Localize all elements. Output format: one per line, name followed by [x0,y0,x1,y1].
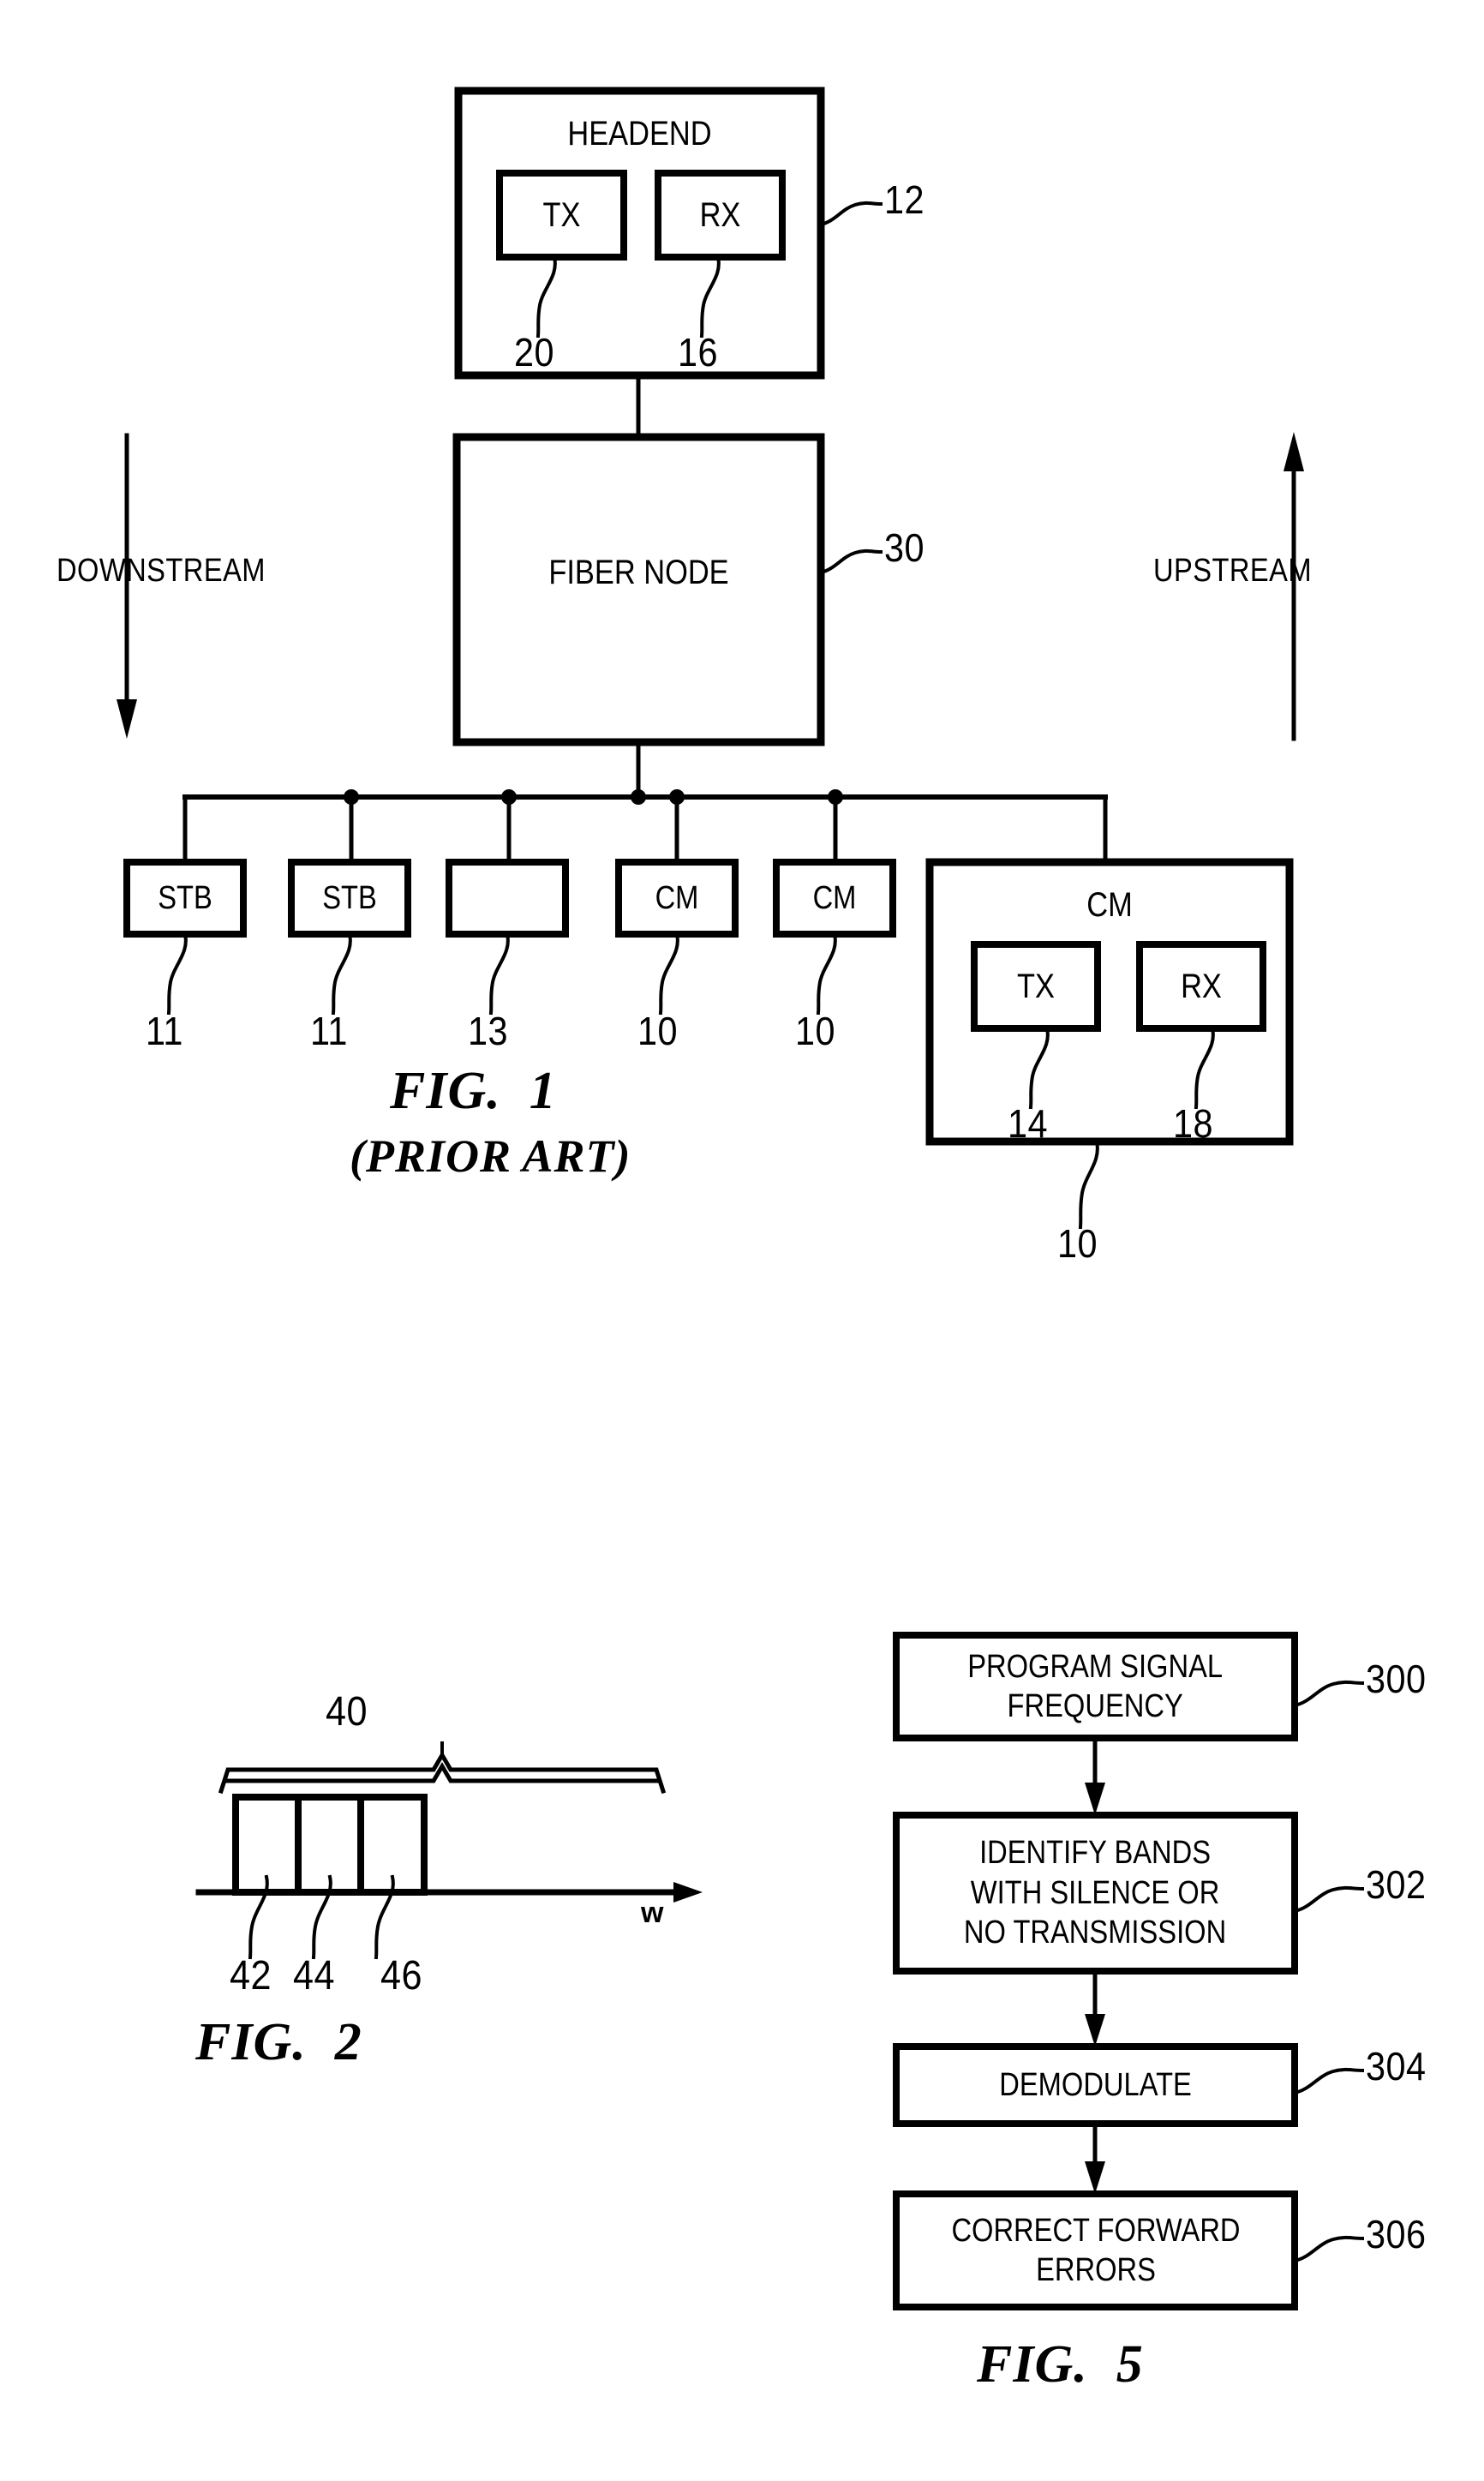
leader-18 [1194,1026,1215,1110]
ref-14: 14 [1008,1101,1048,1146]
fig2-ref-42: 42 [230,1953,272,1999]
fig5-arrowhead-0-1 [1085,1783,1105,1815]
downstream-label: DOWNSTREAM [57,553,266,589]
ref-11-b: 11 [310,1009,348,1053]
cm-tx-label: TX [1017,967,1055,1005]
leader-30 [818,548,883,575]
leader-11a [166,932,188,1016]
fig5-step-text-3: CORRECT FORWARD ERRORS [896,2194,1295,2307]
fig5-step-line: WITH SILENCE OR [971,1874,1220,1911]
leader-10b [816,932,837,1016]
leader-42 [248,1874,269,1960]
fig5-caption: FIG. 5 [977,2335,1144,2394]
ref-10-detail: 10 [1057,1221,1098,1266]
fig5-step-text-0: PROGRAM SIGNAL FREQUENCY [896,1635,1295,1738]
leader-10-detail [1078,1139,1099,1230]
bus-junction-dot [669,789,685,805]
headend-label: HEADEND [567,114,712,153]
bus-junction-dot [828,789,843,805]
device-label-cm-2: CM [812,879,857,916]
device-label-stb-2: STB [322,879,377,916]
downstream-arrow-head [117,699,137,739]
fig5-step-text-2: DEMODULATE [896,2047,1295,2124]
fig5-ref-304: 304 [1366,2044,1427,2088]
fig2-ref-44: 44 [293,1953,335,1999]
leader-13 [488,932,510,1016]
fig5-step-line: PROGRAM SIGNAL [967,1648,1224,1685]
leader-304 [1292,2067,1365,2095]
fig1-caption: FIG. 1 [390,1062,557,1120]
ref-12: 12 [884,177,925,222]
leader-306 [1292,2235,1365,2263]
ref-10-a: 10 [637,1009,678,1053]
leader-16 [699,255,721,339]
cm-detail-label: CM [1086,885,1133,924]
ref-11-a: 11 [146,1009,183,1053]
fig2-spectrum-block [232,1794,428,1896]
ref-30: 30 [884,525,925,570]
ref-10-b: 10 [795,1009,835,1053]
leader-300 [1292,1680,1365,1708]
upstream-label: UPSTREAM [1153,553,1313,589]
fig2-ref-46: 46 [380,1953,422,1999]
fig1-subcaption: (PRIOR ART) [350,1130,631,1182]
fig2-ref-40: 40 [326,1689,368,1735]
fig5-step-text-1: IDENTIFY BANDS WITH SILENCE OR NO TRANSM… [896,1815,1295,1971]
ref-13: 13 [468,1009,508,1053]
fig5-step-line: DEMODULATE [999,2066,1192,2103]
device-label-stb-1: STB [158,879,212,916]
fig5-arrowhead-1-2 [1085,2014,1105,2047]
fig5-ref-306: 306 [1366,2212,1427,2256]
fig5-ref-300: 300 [1366,1657,1427,1701]
leader-302 [1292,1885,1365,1914]
fig5-step-line: ERRORS [1035,2252,1156,2288]
headend-tx-label: TX [542,195,581,234]
ref-16: 16 [678,330,718,375]
patent-drawing-sheet: HEADEND TX RX 20 16 12 FIBER NODE 30 DOW… [0,0,1484,2481]
fig5-ref-302: 302 [1366,1862,1427,1907]
fig2-caption: FIG. 2 [195,2013,362,2071]
cm-rx-label: RX [1181,967,1222,1005]
leader-11b [331,932,352,1016]
fig5-arrowhead-2-3 [1085,2161,1105,2194]
fig5-step-line: CORRECT FORWARD [950,2212,1241,2249]
fig2-axis-label: w [641,1897,664,1929]
leader-14 [1028,1026,1050,1110]
leader-46 [374,1874,395,1960]
fig5-step-line: NO TRANSMISSION [964,1915,1227,1951]
leader-12 [818,201,883,227]
bus-junction-dot [344,789,359,805]
leader-20 [536,255,557,339]
fig2-axis-arrowhead [673,1882,703,1903]
fig5-step-line: IDENTIFY BANDS [979,1835,1212,1872]
bus-junction-dot [501,789,517,805]
device-label-blank [458,862,558,934]
leader-10a [658,932,679,1016]
headend-rx-label: RX [699,195,741,234]
upstream-arrow-head [1284,432,1304,471]
fig2-brace-inner [225,1762,659,1783]
fiber-node-label: FIBER NODE [548,553,729,591]
leader-44 [311,1874,332,1960]
ref-20: 20 [514,330,554,375]
ref-18: 18 [1173,1101,1213,1146]
fig2-brace [218,1751,667,1795]
device-label-cm-1: CM [655,879,699,916]
bus-junction-dot [631,789,646,805]
fig5-step-line: FREQUENCY [1007,1688,1184,1724]
